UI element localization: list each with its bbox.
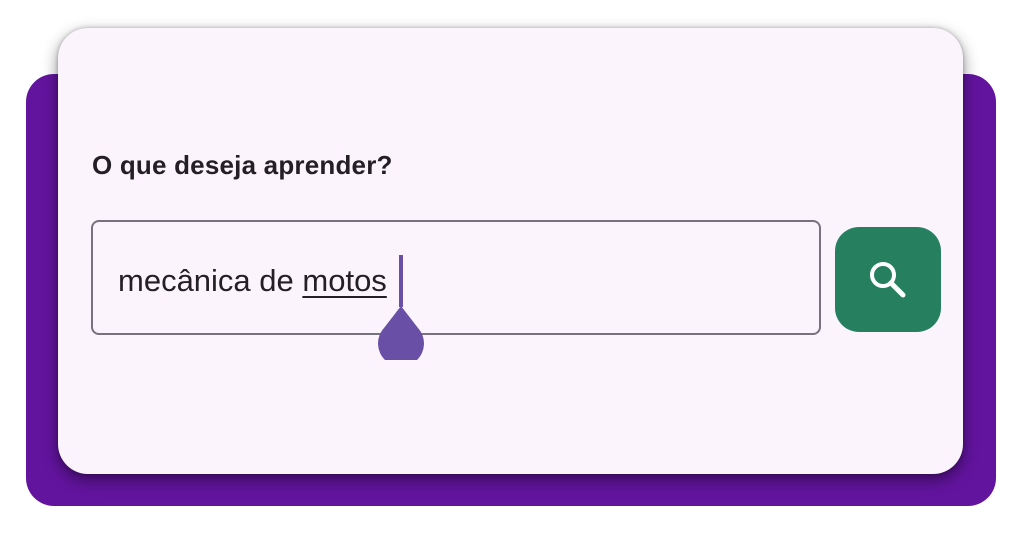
search-icon — [866, 258, 910, 302]
search-input-composing-word: motos — [302, 263, 387, 298]
search-input-value[interactable]: mecânica de motos — [118, 262, 387, 300]
search-input-text: mecânica de — [118, 263, 303, 298]
search-question-label: O que deseja aprender? — [92, 150, 393, 180]
search-button[interactable] — [835, 227, 941, 332]
cursor-handle[interactable] — [378, 306, 424, 367]
text-cursor — [399, 255, 403, 307]
screen: O que deseja aprender? mecânica de motos — [0, 0, 1024, 536]
